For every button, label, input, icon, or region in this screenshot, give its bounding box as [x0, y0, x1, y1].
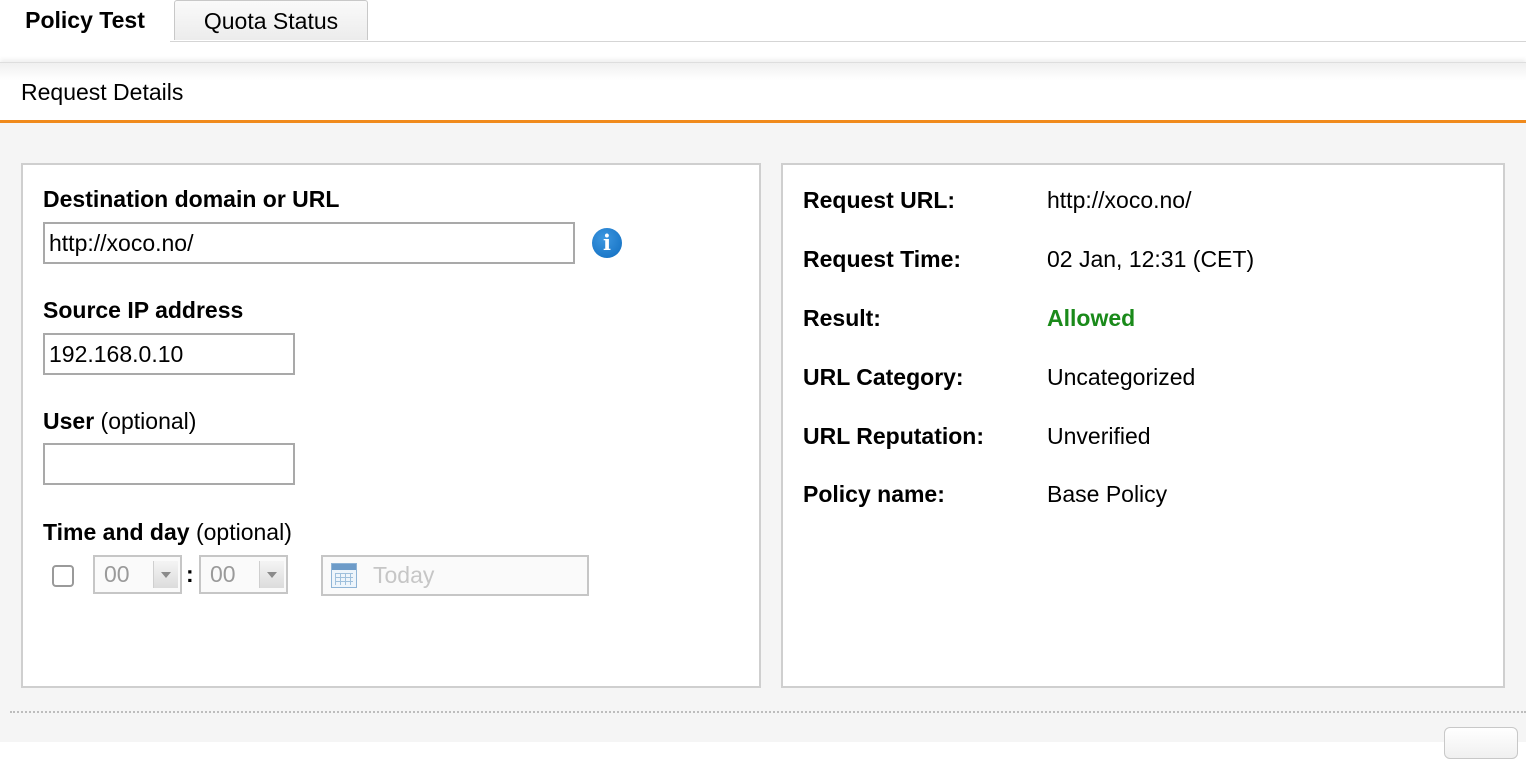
date-placeholder: Today	[373, 562, 435, 588]
url-category-value: Uncategorized	[1047, 364, 1196, 390]
tab-policy-test[interactable]: Policy Test	[0, 0, 170, 42]
tab-bar: Policy Test Quota Status	[0, 0, 1526, 42]
destination-label: Destination domain or URL	[43, 186, 340, 212]
footer-divider	[10, 711, 1526, 713]
destination-url-input[interactable]	[43, 222, 575, 264]
result-value: Allowed	[1047, 305, 1136, 331]
time-day-label: Time and day (optional)	[43, 519, 292, 545]
url-reputation-value: Unverified	[1047, 423, 1151, 449]
section-title: Request Details	[21, 79, 184, 105]
user-label: User (optional)	[43, 408, 197, 434]
calendar-icon[interactable]	[331, 563, 357, 588]
request-details-panel: Request URL: http://xoco.no/ Request Tim…	[781, 163, 1505, 688]
user-input[interactable]	[43, 443, 295, 485]
hour-select[interactable]: 00	[93, 555, 182, 594]
source-ip-label: Source IP address	[43, 297, 244, 323]
request-form-panel: Destination domain or URL i Source IP ad…	[21, 163, 761, 688]
tab-quota-status[interactable]: Quota Status	[174, 0, 368, 40]
policy-name-value: Base Policy	[1047, 481, 1168, 507]
date-input[interactable]: Today	[321, 555, 589, 596]
info-icon[interactable]: i	[592, 228, 622, 258]
chevron-down-icon[interactable]	[259, 561, 284, 588]
minute-value: 00	[210, 561, 236, 587]
minute-select[interactable]: 00	[199, 555, 288, 594]
policy-name-label: Policy name:	[803, 481, 945, 507]
request-url-value: http://xoco.no/	[1047, 187, 1192, 213]
section-header: Request Details	[0, 62, 1526, 121]
source-ip-input[interactable]	[43, 333, 295, 375]
hour-value: 00	[104, 561, 130, 587]
url-category-label: URL Category:	[803, 364, 964, 390]
user-optional-note: (optional)	[100, 408, 197, 434]
time-separator: :	[186, 561, 194, 587]
request-url-label: Request URL:	[803, 187, 956, 213]
result-label: Result:	[803, 305, 881, 331]
content-area: Destination domain or URL i Source IP ad…	[0, 123, 1526, 759]
request-time-value: 02 Jan, 12:31 (CET)	[1047, 246, 1255, 272]
url-reputation-label: URL Reputation:	[803, 423, 985, 449]
chevron-down-icon[interactable]	[153, 561, 178, 588]
time-day-checkbox[interactable]	[52, 565, 74, 587]
footer-button[interactable]	[1444, 727, 1518, 759]
request-time-label: Request Time:	[803, 246, 962, 272]
time-day-optional-note: (optional)	[195, 519, 292, 545]
